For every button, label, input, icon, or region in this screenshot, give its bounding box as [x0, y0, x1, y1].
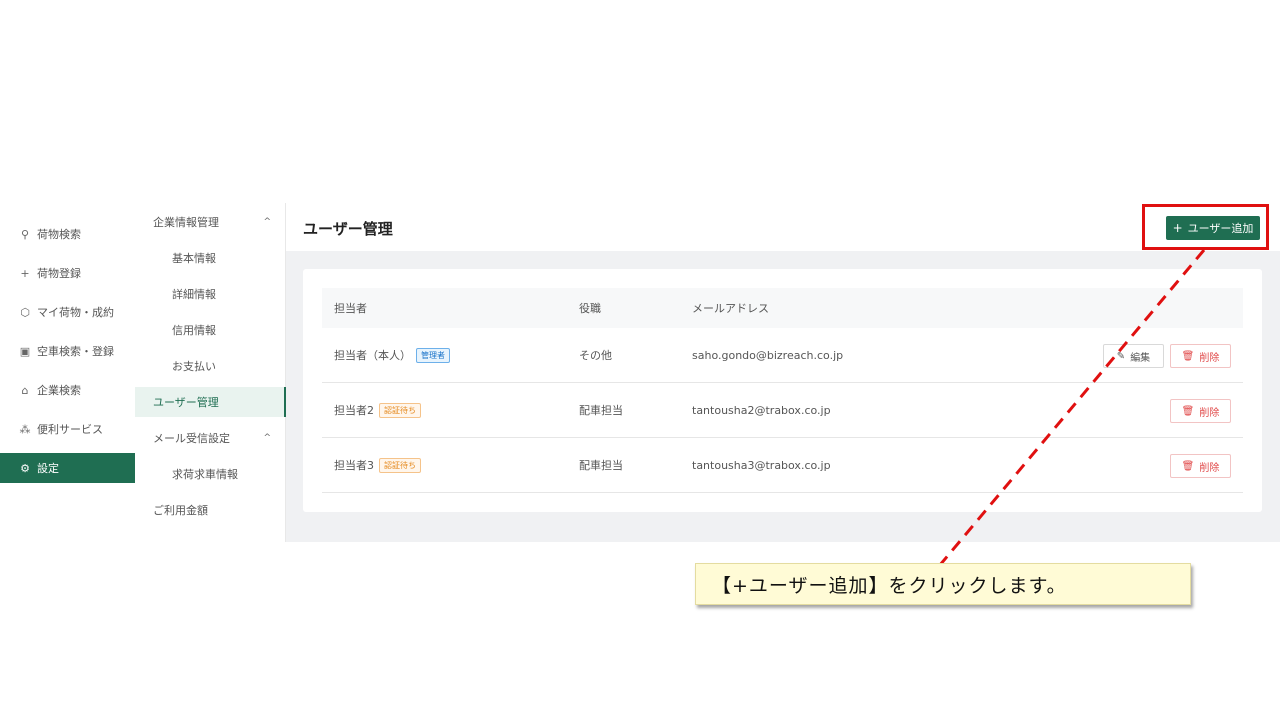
- trash-icon: 🗑: [1181, 405, 1195, 417]
- main-content: ユーザー管理 + ユーザー追加 担当者 役職 メールアドレス 担当者（本人） 管…: [286, 203, 1280, 542]
- people-icon: ⁂: [19, 422, 31, 436]
- user-table-card: 担当者 役職 メールアドレス 担当者（本人） 管理者 その他 saho.gond…: [303, 269, 1262, 512]
- delete-button[interactable]: 🗑 削除: [1170, 344, 1231, 368]
- edit-label: 編集: [1130, 352, 1151, 364]
- search-icon: ⚲: [20, 227, 30, 241]
- sub-nav-detail-info[interactable]: 詳細情報: [135, 279, 285, 309]
- page-title: ユーザー管理: [303, 220, 393, 238]
- sub-nav-basic-info[interactable]: 基本情報: [135, 243, 285, 273]
- sub-nav-user-management[interactable]: ユーザー管理: [135, 387, 286, 417]
- sub-nav-payment[interactable]: お支払い: [135, 351, 285, 381]
- sub-nav-label: ご利用金額: [153, 504, 208, 517]
- sub-nav-label: お支払い: [172, 360, 216, 373]
- sub-nav-label: 基本情報: [172, 252, 216, 265]
- header-name: 担当者: [334, 302, 367, 315]
- cell-role: 配車担当: [579, 459, 623, 472]
- nav-label: マイ荷物・成約: [37, 306, 114, 319]
- trash-icon: 🗑: [1181, 350, 1195, 362]
- caret-up-icon: ^: [263, 217, 271, 227]
- instruction-callout: 【+ユーザー追加】をクリックします。: [695, 563, 1191, 605]
- cell-name: 担当者（本人） 管理者: [322, 347, 579, 363]
- delete-button[interactable]: 🗑 削除: [1170, 454, 1231, 478]
- home-icon: ⌂: [21, 383, 29, 397]
- nav-label: 便利サービス: [37, 423, 103, 436]
- sub-nav-cargo-truck-info[interactable]: 求荷求車情報: [135, 459, 285, 489]
- nav-item-company-search[interactable]: ⌂ 企業検索: [0, 375, 135, 405]
- sub-nav-label: 詳細情報: [172, 288, 216, 301]
- nav-label: 企業検索: [37, 384, 81, 397]
- table-row: 担当者3 認証待ち 配車担当 tantousha3@trabox.co.jp 🗑…: [322, 438, 1243, 493]
- plus-icon: +: [20, 266, 30, 280]
- cube-icon: ⬡: [20, 305, 30, 319]
- nav-label: 設定: [37, 462, 59, 475]
- nav-label: 荷物検索: [37, 228, 81, 241]
- edit-button[interactable]: ✎ 編集: [1103, 344, 1164, 368]
- highlight-box: [1142, 204, 1269, 250]
- nav-item-settings[interactable]: ⚙ 設定: [0, 453, 135, 483]
- pending-badge: 認証待ち: [379, 457, 421, 473]
- delete-button[interactable]: 🗑 削除: [1170, 399, 1231, 423]
- cell-email: saho.gondo@bizreach.co.jp: [692, 348, 844, 362]
- table-row: 担当者（本人） 管理者 その他 saho.gondo@bizreach.co.j…: [322, 328, 1243, 383]
- sub-nav-usage-fee[interactable]: ご利用金額: [135, 495, 285, 525]
- header-email: メールアドレス: [692, 302, 769, 315]
- table-row: 担当者2 認証待ち 配車担当 tantousha2@trabox.co.jp 🗑…: [322, 383, 1243, 438]
- delete-label: 削除: [1199, 462, 1220, 474]
- cell-email: tantousha2@trabox.co.jp: [692, 403, 831, 417]
- cell-email: tantousha3@trabox.co.jp: [692, 458, 831, 472]
- sub-nav-label: メール受信設定: [153, 432, 230, 445]
- row-actions: 🗑 削除: [1170, 454, 1231, 478]
- app-window: ⚲ 荷物検索 + 荷物登録 ⬡ マイ荷物・成約 ▣ 空車検索・登録 ⌂ 企業検索…: [0, 203, 1280, 542]
- nav-label: 荷物登録: [37, 267, 81, 280]
- header-role: 役職: [579, 302, 601, 315]
- pencil-icon: ✎: [1116, 350, 1126, 362]
- truck-icon: ▣: [19, 344, 31, 358]
- sub-nav-credit-info[interactable]: 信用情報: [135, 315, 285, 345]
- cell-role: その他: [579, 349, 612, 362]
- nav-label: 空車検索・登録: [37, 345, 114, 358]
- row-actions: 🗑 削除: [1170, 399, 1231, 423]
- user-name: 担当者3: [334, 459, 374, 472]
- delete-label: 削除: [1199, 407, 1220, 419]
- pending-badge: 認証待ち: [379, 402, 421, 418]
- trash-icon: 🗑: [1181, 460, 1195, 472]
- user-name: 担当者（本人）: [334, 349, 411, 362]
- table-header: 担当者 役職 メールアドレス: [322, 288, 1243, 328]
- sub-nav-label: 信用情報: [172, 324, 216, 337]
- sub-nav-mail-settings[interactable]: メール受信設定 ^: [135, 423, 285, 453]
- delete-label: 削除: [1199, 352, 1220, 364]
- user-table: 担当者 役職 メールアドレス 担当者（本人） 管理者 その他 saho.gond…: [322, 288, 1243, 493]
- left-nav: ⚲ 荷物検索 + 荷物登録 ⬡ マイ荷物・成約 ▣ 空車検索・登録 ⌂ 企業検索…: [0, 203, 135, 542]
- cell-name: 担当者3 認証待ち: [322, 457, 579, 473]
- nav-item-cargo-search[interactable]: ⚲ 荷物検索: [0, 219, 135, 249]
- callout-text: 【+ユーザー追加】をクリックします。: [712, 574, 1067, 597]
- sub-nav-label: ユーザー管理: [153, 396, 219, 409]
- nav-item-services[interactable]: ⁂ 便利サービス: [0, 414, 135, 444]
- row-actions: ✎ 編集 🗑 削除: [1103, 344, 1231, 368]
- caret-up-icon: ^: [263, 433, 271, 443]
- admin-badge: 管理者: [416, 347, 450, 363]
- cell-name: 担当者2 認証待ち: [322, 402, 579, 418]
- nav-item-truck-search[interactable]: ▣ 空車検索・登録: [0, 336, 135, 366]
- sub-nav-company-info[interactable]: 企業情報管理 ^: [135, 207, 285, 237]
- nav-item-my-cargo[interactable]: ⬡ マイ荷物・成約: [0, 297, 135, 327]
- settings-sub-nav: 企業情報管理 ^ 基本情報 詳細情報 信用情報 お支払い ユーザー管理 メール受…: [135, 203, 286, 542]
- user-name: 担当者2: [334, 404, 374, 417]
- gear-icon: ⚙: [20, 461, 30, 475]
- cell-role: 配車担当: [579, 404, 623, 417]
- sub-nav-label: 求荷求車情報: [172, 468, 238, 481]
- nav-item-cargo-register[interactable]: + 荷物登録: [0, 258, 135, 288]
- sub-nav-label: 企業情報管理: [153, 216, 219, 229]
- page-header: ユーザー管理 + ユーザー追加: [286, 203, 1280, 251]
